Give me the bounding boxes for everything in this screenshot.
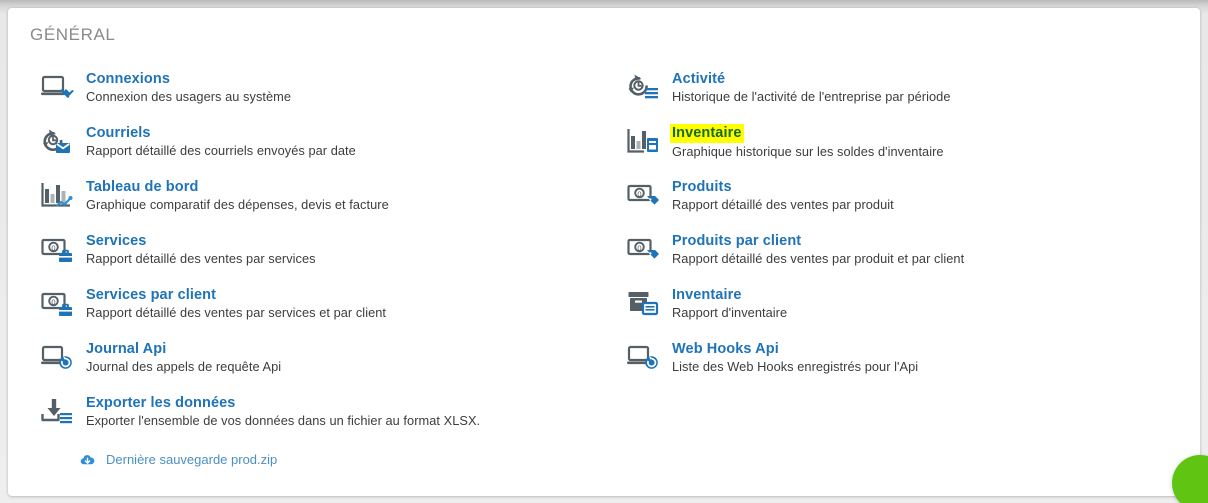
last-backup-link[interactable]: Dernière sauvegarde prod.zip [22, 452, 582, 468]
report-link-courriels[interactable]: Courriels Rapport détaillé des courriels … [22, 124, 582, 170]
banknote-tag-icon: 0 [626, 181, 660, 211]
bar-chart-trend-icon [40, 181, 74, 211]
reports-column-left: Connexions Connexion des usagers au systè… [22, 70, 582, 468]
banknote-briefcase-icon: 0 [40, 289, 74, 319]
report-description: Exporter l'ensemble de vos données dans … [86, 413, 481, 428]
report-description: Historique de l'activité de l'entreprise… [672, 89, 951, 104]
report-link-exporter-les-donn-es[interactable]: Exporter les données Exporter l'ensemble … [22, 394, 582, 440]
report-link-activit[interactable]: Activité Historique de l'activité de l'en… [608, 70, 1168, 116]
report-link-produits[interactable]: 0 Produits Rapport détaillé des ventes par… [608, 178, 1168, 224]
banknote-tag-icon: 0 [626, 235, 660, 265]
report-link-web-hooks-api[interactable]: Web Hooks Api Liste des Web Hooks enregis… [608, 340, 1168, 386]
report-description: Rapport détaillé des courriels envoyés p… [86, 143, 356, 158]
bar-chart-box-icon [626, 127, 660, 157]
report-link-tableau-de-bord[interactable]: Tableau de bord Graphique comparatif des … [22, 178, 582, 224]
svg-text:0: 0 [51, 243, 55, 252]
svg-text:0: 0 [637, 243, 641, 252]
report-title: Tableau de bord [86, 179, 199, 195]
history-mail-icon [40, 127, 74, 157]
report-description: Connexion des usagers au système [86, 89, 292, 104]
report-description: Rapport détaillé des ventes par produit [672, 197, 894, 212]
report-title: Services par client [86, 287, 217, 303]
report-description: Rapport détaillé des ventes par produit … [672, 251, 965, 266]
report-link-journal-api[interactable]: Journal Api Journal des appels de requête… [22, 340, 582, 386]
report-title: Inventaire [672, 287, 742, 303]
report-title: Web Hooks Api [672, 341, 779, 357]
report-title: Produits par client [672, 233, 802, 249]
report-description: Rapport détaillé des ventes par services… [86, 305, 387, 320]
report-link-services[interactable]: 0 Services Rapport détaillé des ventes par… [22, 232, 582, 278]
export-download-icon [40, 397, 74, 427]
last-backup-label: Dernière sauvegarde prod.zip [106, 452, 278, 467]
report-title: Services [86, 233, 147, 249]
report-title: Produits [672, 179, 732, 195]
report-link-connexions[interactable]: Connexions Connexion des usagers au systè… [22, 70, 582, 116]
general-reports-card: GÉNÉRAL Connexions Connexion des usagers … [8, 8, 1200, 496]
report-description: Rapport détaillé des ventes par services [86, 251, 316, 266]
report-link-inventaire[interactable]: Inventaire Rapport d'inventaire [608, 286, 1168, 332]
report-title: Connexions [86, 71, 170, 87]
svg-text:0: 0 [637, 189, 641, 198]
report-link-services-par-client[interactable]: 0 Services par client Rapport détaillé des… [22, 286, 582, 332]
report-description: Journal des appels de requête Api [86, 359, 282, 374]
laptop-history-icon [40, 343, 74, 373]
history-list-icon [626, 73, 660, 103]
archive-box-card-icon [626, 289, 660, 319]
report-title: Exporter les données [86, 395, 236, 411]
page-title: GÉNÉRAL [30, 25, 116, 44]
report-description: Liste des Web Hooks enregistrés pour l'A… [672, 359, 919, 374]
report-title: Courriels [86, 125, 151, 141]
report-description: Graphique historique sur les soldes d'in… [672, 144, 944, 159]
banknote-briefcase-icon: 0 [40, 235, 74, 265]
report-title: Inventaire [670, 124, 744, 143]
report-description: Rapport d'inventaire [672, 305, 788, 320]
laptop-plug-icon [40, 73, 74, 103]
report-title: Journal Api [86, 341, 167, 357]
svg-text:0: 0 [51, 297, 55, 306]
report-title: Activité [672, 71, 726, 87]
report-link-inventaire[interactable]: Inventaire Graphique historique sur les s… [608, 124, 1168, 170]
reports-column-right: Activité Historique de l'activité de l'en… [608, 70, 1168, 386]
laptop-refresh-icon [626, 343, 660, 373]
report-description: Graphique comparatif des dépenses, devis… [86, 197, 389, 212]
report-link-produits-par-client[interactable]: 0 Produits par client Rapport détaillé des… [608, 232, 1168, 278]
cloud-download-icon [80, 453, 95, 467]
